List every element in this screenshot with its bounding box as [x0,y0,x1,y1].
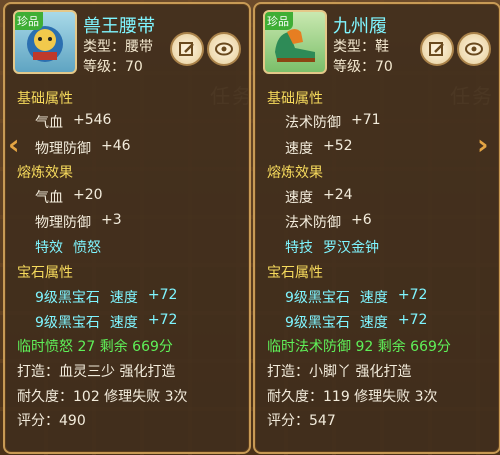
edit-button[interactable] [170,32,204,66]
gem-stat: 9级黑宝石 速度 +72 [35,312,177,332]
basic-stat: 气血 +546 [35,112,111,132]
score-info: 评分：490 [17,413,86,429]
forge-info: 打造：小脚丫 强化打造 [267,364,412,380]
chevron-right-icon[interactable]: › [477,128,489,161]
gem-header: 宝石属性 [17,265,73,281]
stat-value: +46 [101,138,131,154]
gem-attr: 速度 [359,290,388,306]
special-label: 特效 [35,240,63,256]
gem-name: 9级黑宝石 [35,315,100,331]
special-effect: 特效 愤怒 [35,237,101,257]
shoes-item-icon: 珍品 [263,10,327,74]
stat-label: 物理防御 [35,215,91,231]
gem-stat: 9级黑宝石 速度 +72 [285,312,427,332]
temporary-bonus: 临时愤怒 27 剩余 669分 [17,339,173,355]
gem-stat: 9级黑宝石 速度 +72 [35,287,177,307]
gem-attr: 速度 [109,290,138,306]
edit-button[interactable] [420,32,454,66]
stat-label: 速度 [285,141,313,157]
rare-badge: 珍品 [15,12,43,30]
stat-label: 法术防御 [285,115,341,131]
special-skill: 特技 罗汉金钟 [285,237,379,257]
gem-name: 9级黑宝石 [285,315,350,331]
basic-header: 基础属性 [17,91,73,107]
item-tooltip-right: 珍品 九州履 类型：鞋 等级：70 › 基础属性 法术防御 +71 速度 +52… [253,2,500,454]
chevron-left-icon[interactable]: ‹ [8,128,20,161]
refine-stat: 法术防御 +6 [285,212,372,232]
basic-stat: 法术防御 +71 [285,112,381,132]
gem-value: +72 [397,287,428,303]
special-label: 特技 [285,240,313,256]
gem-attr: 速度 [359,315,388,331]
refine-stat: 物理防御 +3 [35,212,122,232]
gem-value: +72 [147,287,178,303]
belt-item-icon: 珍品 [13,10,77,74]
basic-header: 基础属性 [267,91,323,107]
view-button[interactable] [457,32,491,66]
item-tooltip-left: 珍品 兽王腰带 类型：腰带 等级：70 ‹ 基础属性 气血 +546 物理防御 … [3,2,251,454]
refine-stat: 速度 +24 [285,187,353,207]
basic-stat: 物理防御 +46 [35,138,131,158]
refine-header: 熔炼效果 [17,165,73,181]
gem-name: 9级黑宝石 [285,290,350,306]
view-button[interactable] [207,32,241,66]
durability-info: 耐久度：102 修理失败 3次 [17,389,188,405]
stat-label: 气血 [35,115,63,131]
item-type: 类型：鞋 [333,39,389,55]
stat-label: 气血 [35,190,63,206]
refine-header: 熔炼效果 [267,165,323,181]
gem-attr: 速度 [109,315,138,331]
stat-value: +6 [351,212,372,228]
basic-stat: 速度 +52 [285,138,353,158]
stat-value: +20 [73,187,103,203]
stat-value: +24 [323,187,353,203]
gem-value: +72 [397,312,428,328]
edit-icon [179,42,194,56]
forge-info: 打造：血灵三少 强化打造 [17,364,176,380]
item-type: 类型：腰带 [83,39,153,55]
stat-value: +52 [323,138,353,154]
gem-stat: 9级黑宝石 速度 +72 [285,287,427,307]
stat-value: +546 [73,112,112,128]
item-level: 等级：70 [83,59,143,75]
item-name: 九州履 [333,16,387,37]
special-value: 愤怒 [73,240,101,256]
special-value: 罗汉金钟 [323,240,379,256]
stat-label: 速度 [285,190,313,206]
stat-value: +3 [101,212,122,228]
rare-badge: 珍品 [265,12,293,30]
eye-icon [215,42,233,56]
gem-name: 9级黑宝石 [35,290,100,306]
eye-icon [465,42,483,56]
durability-info: 耐久度：119 修理失败 3次 [267,389,438,405]
item-name: 兽王腰带 [83,16,155,37]
gem-header: 宝石属性 [267,265,323,281]
gem-value: +72 [147,312,178,328]
item-level: 等级：70 [333,59,393,75]
temporary-bonus: 临时法术防御 92 剩余 669分 [267,339,451,355]
score-info: 评分：547 [267,413,336,429]
stat-value: +71 [351,112,381,128]
refine-stat: 气血 +20 [35,187,103,207]
edit-icon [429,42,444,56]
stat-label: 物理防御 [35,141,91,157]
stat-label: 法术防御 [285,215,341,231]
